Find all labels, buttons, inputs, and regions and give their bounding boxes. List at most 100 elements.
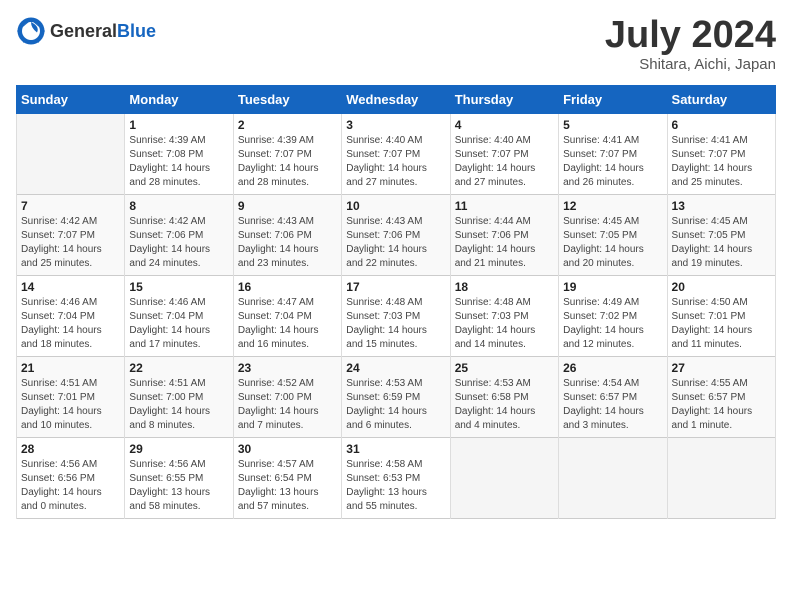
calendar-cell: 15 Sunrise: 4:46 AMSunset: 7:04 PMDayligh… [125,276,233,357]
calendar-cell: 5Sunrise: 4:41 AMSunset: 7:07 PMDaylight… [559,114,667,195]
calendar-cell: 28 Sunrise: 4:56 AMSunset: 6:56 PMDayligh… [17,438,125,519]
calendar-cell: 23Sunrise: 4:52 AMSunset: 7:00 PMDayligh… [233,357,341,438]
calendar-cell: 13 Sunrise: 4:45 AMSunset: 7:05 PMDayligh… [667,195,775,276]
calendar-cell: 2 Sunrise: 4:39 AMSunset: 7:07 PMDaylight… [233,114,341,195]
cell-info: Sunrise: 4:45 AMSunset: 7:05 PMDaylight:… [672,215,771,271]
calendar-week-4: 28 Sunrise: 4:56 AMSunset: 6:56 PMDayligh… [17,438,776,519]
calendar-cell: 8 Sunrise: 4:42 AMSunset: 7:06 PMDaylight… [125,195,233,276]
day-number: 26 [563,361,662,375]
calendar-cell: 18 Sunrise: 4:48 AMSunset: 7:03 PMDayligh… [450,276,558,357]
cell-info: Sunrise: 4:42 AMSunset: 7:07 PMDaylight:… [21,215,120,271]
calendar-cell: 22Sunrise: 4:51 AMSunset: 7:00 PMDayligh… [125,357,233,438]
day-number: 31 [346,442,445,456]
calendar-cell: 24 Sunrise: 4:53 AMSunset: 6:59 PMDayligh… [342,357,450,438]
cell-info: Sunrise: 4:39 AMSunset: 7:08 PMDaylight:… [129,134,228,190]
cell-info: Sunrise: 4:51 AMSunset: 7:01 PMDaylight:… [21,377,120,433]
location-subtitle: Shitara, Aichi, Japan [605,56,776,73]
day-number: 30 [238,442,337,456]
calendar-week-2: 14 Sunrise: 4:46 AMSunset: 7:04 PMDayligh… [17,276,776,357]
title-area: July 2024 Shitara, Aichi, Japan [605,16,776,73]
calendar-cell: 4Sunrise: 4:40 AMSunset: 7:07 PMDaylight… [450,114,558,195]
day-header-thursday: Thursday [450,86,558,114]
month-title: July 2024 [605,16,776,54]
calendar-cell: 10 Sunrise: 4:43 AMSunset: 7:06 PMDayligh… [342,195,450,276]
cell-info: Sunrise: 4:46 AMSunset: 7:04 PMDaylight:… [21,296,120,352]
day-number: 21 [21,361,120,375]
cell-info: Sunrise: 4:43 AMSunset: 7:06 PMDaylight:… [346,215,445,271]
calendar-cell: 20Sunrise: 4:50 AMSunset: 7:01 PMDayligh… [667,276,775,357]
calendar-cell: 29Sunrise: 4:56 AMSunset: 6:55 PMDayligh… [125,438,233,519]
day-number: 8 [129,199,228,213]
day-number: 25 [455,361,554,375]
day-number: 24 [346,361,445,375]
cell-info: Sunrise: 4:41 AMSunset: 7:07 PMDaylight:… [672,134,771,190]
logo-icon [16,16,46,46]
cell-info: Sunrise: 4:56 AMSunset: 6:56 PMDaylight:… [21,458,120,514]
cell-info: Sunrise: 4:58 AMSunset: 6:53 PMDaylight:… [346,458,445,514]
day-number: 15 [129,280,228,294]
calendar-cell [559,438,667,519]
calendar-cell: 1 Sunrise: 4:39 AMSunset: 7:08 PMDaylight… [125,114,233,195]
calendar-cell: 17 Sunrise: 4:48 AMSunset: 7:03 PMDayligh… [342,276,450,357]
day-number: 7 [21,199,120,213]
logo-text-general: General [50,21,117,41]
day-number: 5 [563,118,662,132]
cell-info: Sunrise: 4:50 AMSunset: 7:01 PMDaylight:… [672,296,771,352]
day-number: 2 [238,118,337,132]
calendar-cell [667,438,775,519]
cell-info: Sunrise: 4:48 AMSunset: 7:03 PMDaylight:… [346,296,445,352]
cell-info: Sunrise: 4:46 AMSunset: 7:04 PMDaylight:… [129,296,228,352]
day-number: 14 [21,280,120,294]
day-number: 13 [672,199,771,213]
calendar-cell: 26 Sunrise: 4:54 AMSunset: 6:57 PMDayligh… [559,357,667,438]
day-number: 1 [129,118,228,132]
day-number: 19 [563,280,662,294]
day-header-wednesday: Wednesday [342,86,450,114]
day-number: 9 [238,199,337,213]
calendar-cell: 30 Sunrise: 4:57 AMSunset: 6:54 PMDayligh… [233,438,341,519]
day-number: 10 [346,199,445,213]
day-number: 28 [21,442,120,456]
day-header-saturday: Saturday [667,86,775,114]
day-number: 22 [129,361,228,375]
cell-info: Sunrise: 4:53 AMSunset: 6:58 PMDaylight:… [455,377,554,433]
cell-info: Sunrise: 4:42 AMSunset: 7:06 PMDaylight:… [129,215,228,271]
day-header-monday: Monday [125,86,233,114]
calendar-cell: 3 Sunrise: 4:40 AMSunset: 7:07 PMDaylight… [342,114,450,195]
calendar-cell: 19Sunrise: 4:49 AMSunset: 7:02 PMDayligh… [559,276,667,357]
calendar-cell: 12Sunrise: 4:45 AMSunset: 7:05 PMDayligh… [559,195,667,276]
cell-info: Sunrise: 4:57 AMSunset: 6:54 PMDaylight:… [238,458,337,514]
cell-info: Sunrise: 4:55 AMSunset: 6:57 PMDaylight:… [672,377,771,433]
calendar-header: SundayMondayTuesdayWednesdayThursdayFrid… [17,86,776,114]
day-number: 3 [346,118,445,132]
cell-info: Sunrise: 4:52 AMSunset: 7:00 PMDaylight:… [238,377,337,433]
cell-info: Sunrise: 4:48 AMSunset: 7:03 PMDaylight:… [455,296,554,352]
day-number: 12 [563,199,662,213]
day-number: 17 [346,280,445,294]
calendar-cell: 27 Sunrise: 4:55 AMSunset: 6:57 PMDayligh… [667,357,775,438]
calendar-cell: 6 Sunrise: 4:41 AMSunset: 7:07 PMDaylight… [667,114,775,195]
calendar-body: 1 Sunrise: 4:39 AMSunset: 7:08 PMDaylight… [17,114,776,519]
day-header-tuesday: Tuesday [233,86,341,114]
cell-info: Sunrise: 4:39 AMSunset: 7:07 PMDaylight:… [238,134,337,190]
cell-info: Sunrise: 4:40 AMSunset: 7:07 PMDaylight:… [346,134,445,190]
cell-info: Sunrise: 4:56 AMSunset: 6:55 PMDaylight:… [129,458,228,514]
calendar-table: SundayMondayTuesdayWednesdayThursdayFrid… [16,85,776,519]
day-number: 6 [672,118,771,132]
calendar-cell: 31 Sunrise: 4:58 AMSunset: 6:53 PMDayligh… [342,438,450,519]
calendar-cell: 21 Sunrise: 4:51 AMSunset: 7:01 PMDayligh… [17,357,125,438]
day-number: 27 [672,361,771,375]
calendar-week-0: 1 Sunrise: 4:39 AMSunset: 7:08 PMDaylight… [17,114,776,195]
page-header: GeneralBlue July 2024 Shitara, Aichi, Ja… [16,16,776,73]
calendar-week-3: 21 Sunrise: 4:51 AMSunset: 7:01 PMDayligh… [17,357,776,438]
calendar-cell: 11Sunrise: 4:44 AMSunset: 7:06 PMDayligh… [450,195,558,276]
cell-info: Sunrise: 4:47 AMSunset: 7:04 PMDaylight:… [238,296,337,352]
cell-info: Sunrise: 4:54 AMSunset: 6:57 PMDaylight:… [563,377,662,433]
cell-info: Sunrise: 4:40 AMSunset: 7:07 PMDaylight:… [455,134,554,190]
calendar-cell: 9Sunrise: 4:43 AMSunset: 7:06 PMDaylight… [233,195,341,276]
day-number: 16 [238,280,337,294]
logo-text-blue: Blue [117,21,156,41]
day-number: 18 [455,280,554,294]
calendar-week-1: 7 Sunrise: 4:42 AMSunset: 7:07 PMDaylight… [17,195,776,276]
cell-info: Sunrise: 4:53 AMSunset: 6:59 PMDaylight:… [346,377,445,433]
